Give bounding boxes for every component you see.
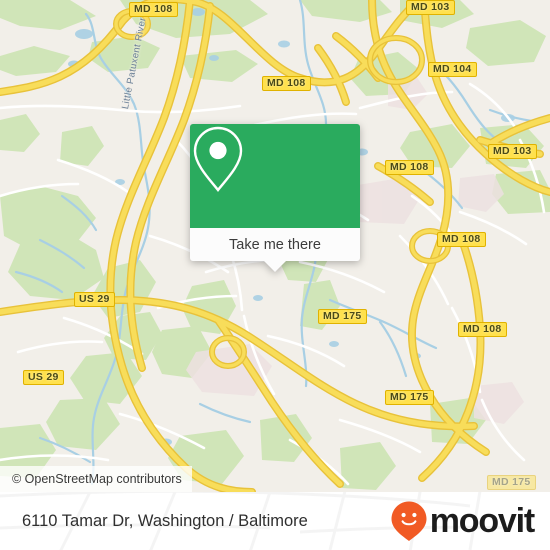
moovit-wordmark: moovit xyxy=(429,502,535,540)
popup-action[interactable]: Take me there xyxy=(190,228,360,261)
road-shield: US 29 xyxy=(74,292,115,307)
popup-pointer-tail xyxy=(264,261,286,272)
road-shield: MD 108 xyxy=(129,2,178,17)
map-pin-icon xyxy=(193,126,243,192)
map-attribution[interactable]: © OpenStreetMap contributors xyxy=(0,466,192,492)
moovit-logo[interactable]: moovit xyxy=(389,492,535,550)
road-shield: MD 108 xyxy=(458,322,507,337)
popup-header xyxy=(190,124,360,228)
road-shield: MD 175 xyxy=(318,309,367,324)
attribution-text: © OpenStreetMap contributors xyxy=(12,472,182,486)
road-shield: US 29 xyxy=(23,370,64,385)
road-shield: MD 108 xyxy=(385,160,434,175)
road-shield: MD 108 xyxy=(437,232,486,247)
page-footer: 6110 Tamar Dr, Washington / Baltimore mo… xyxy=(0,492,550,550)
footer-address: 6110 Tamar Dr, Washington / Baltimore xyxy=(22,511,308,530)
popup-action-label: Take me there xyxy=(229,236,321,253)
road-shield: MD 103 xyxy=(406,0,455,15)
location-popup-card[interactable]: Take me there xyxy=(190,124,360,272)
moovit-map-page: Little Patuxent River MD 108 MD 103 MD 104… xyxy=(0,0,550,550)
road-shield: MD 175 xyxy=(385,390,434,405)
moovit-smiley-pin-icon xyxy=(391,501,427,541)
road-shield: MD 108 xyxy=(262,76,311,91)
road-shield: MD 103 xyxy=(488,144,537,159)
map-canvas[interactable]: Little Patuxent River MD 108 MD 103 MD 104… xyxy=(0,0,550,492)
road-shield: MD 104 xyxy=(428,62,477,77)
road-shield: MD 175 xyxy=(487,475,536,490)
